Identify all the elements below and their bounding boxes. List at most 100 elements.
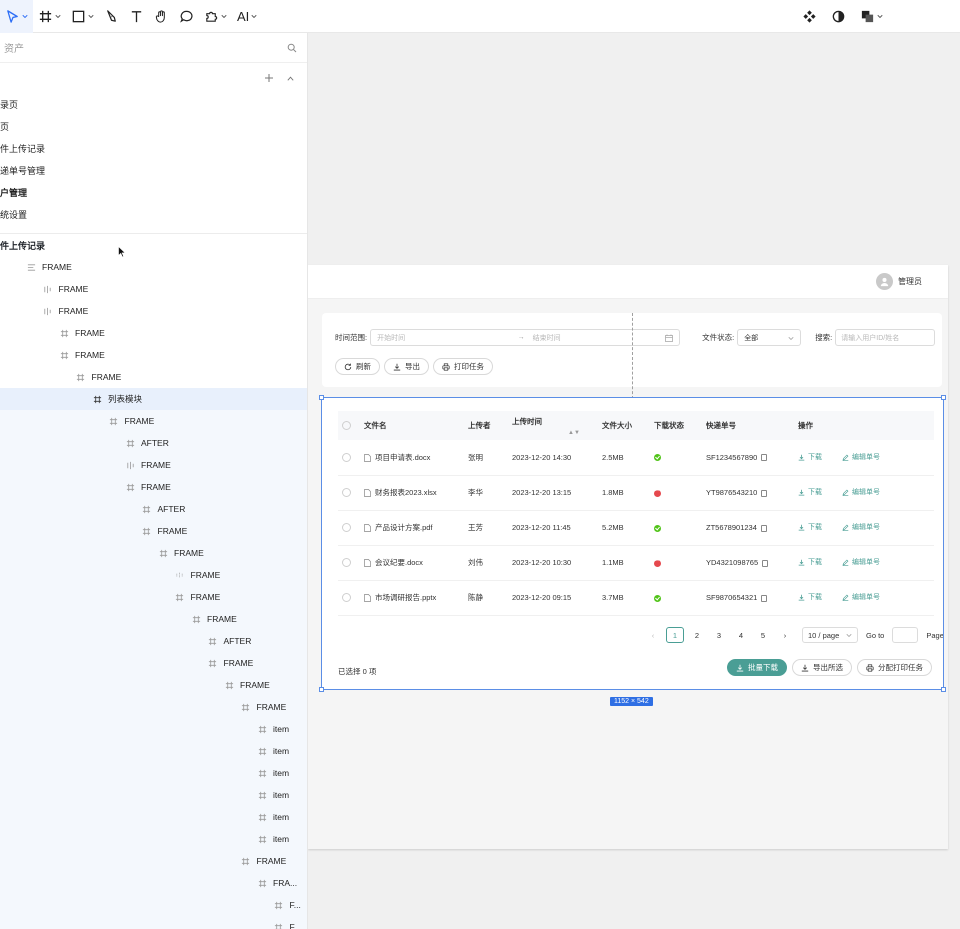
download-action[interactable]: 下载	[798, 557, 822, 567]
layer-row[interactable]: item	[0, 828, 307, 850]
row-checkbox[interactable]	[342, 488, 351, 498]
layer-row[interactable]: FRAME	[0, 454, 307, 476]
chevron-up-icon[interactable]	[286, 74, 295, 83]
page-item[interactable]: 录页	[0, 93, 307, 115]
layer-row[interactable]: FRAME	[0, 322, 307, 344]
copy-icon[interactable]	[760, 524, 767, 532]
layer-row[interactable]: FRA...	[0, 872, 307, 894]
user-search-input[interactable]: 请输入用户ID/姓名	[835, 329, 936, 346]
layer-row[interactable]: FRAME	[0, 476, 307, 498]
layer-row[interactable]: FRAME	[0, 564, 307, 586]
layer-row[interactable]: item	[0, 806, 307, 828]
select-tool-button[interactable]	[0, 0, 33, 33]
goto-page-input[interactable]	[892, 627, 919, 643]
page-item[interactable]: 户管理	[0, 181, 307, 203]
print-task-button[interactable]: 打印任务	[433, 358, 493, 375]
pen-tool-button[interactable]	[99, 0, 124, 33]
layer-row[interactable]: FRAME	[0, 542, 307, 564]
layer-row[interactable]: FRAME	[0, 410, 307, 432]
row-checkbox[interactable]	[342, 523, 351, 533]
layer-row[interactable]: FRAME	[0, 520, 307, 542]
row-checkbox[interactable]	[342, 453, 351, 462]
download-action[interactable]: 下载	[798, 592, 822, 602]
table-row[interactable]: 项目申请表.docx 张明 2023-12-20 14:30 2.5MB SF12345…	[338, 440, 934, 476]
layer-row[interactable]: F...	[0, 894, 307, 916]
layer-row[interactable]: FRAME	[0, 366, 307, 388]
download-action[interactable]: 下载	[798, 487, 822, 497]
search-icon[interactable]	[287, 43, 297, 53]
layer-row[interactable]: AFTER	[0, 630, 307, 652]
refresh-button[interactable]: 刷新	[335, 358, 380, 375]
layer-row[interactable]: FRAME	[0, 652, 307, 674]
layer-row[interactable]: item	[0, 762, 307, 784]
add-page-icon[interactable]	[264, 73, 274, 83]
prev-page-button[interactable]: ‹	[644, 627, 662, 643]
layer-row[interactable]: item	[0, 740, 307, 762]
date-range-picker[interactable]: 开始时间 → 结束时间	[370, 329, 681, 346]
assets-search-row[interactable]: 资产	[0, 33, 307, 63]
layer-row[interactable]: F...	[0, 916, 307, 929]
page-size-select[interactable]: 10 / page	[802, 627, 858, 643]
col-upload-time[interactable]: 上传时间 ▲▼	[508, 411, 598, 440]
table-row[interactable]: 产品设计方案.pdf 王芳 2023-12-20 11:45 5.2MB ZT56789…	[338, 510, 934, 546]
layer-row[interactable]: FRAME	[0, 256, 307, 278]
layer-row[interactable]: FRAME	[0, 278, 307, 300]
layer-row[interactable]: FRAME	[0, 608, 307, 630]
copy-icon[interactable]	[761, 489, 768, 497]
edit-tracking-action[interactable]: 编辑单号	[842, 522, 880, 532]
layer-row[interactable]: FRAME	[0, 674, 307, 696]
page-number-button[interactable]: 3	[710, 627, 728, 643]
hand-tool-button[interactable]	[149, 0, 174, 33]
table-row[interactable]: 财务报表2023.xlsx 李华2023-12-20 13:151.8MB YT98…	[338, 475, 934, 511]
ai-tool-button[interactable]: AI	[232, 0, 262, 33]
layer-row[interactable]: AFTER	[0, 432, 307, 454]
artboard-file-upload-records[interactable]: 管理员 时间范围: 开始时间 → 结束时间 文件状态: 全部 搜索: 请输入用户…	[308, 265, 948, 849]
export-button[interactable]: 导出	[384, 358, 429, 375]
text-tool-button[interactable]	[124, 0, 149, 33]
layer-row[interactable]: FRAME	[0, 300, 307, 322]
page-number-button[interactable]: 2	[688, 627, 706, 643]
theme-toggle-button[interactable]	[826, 0, 851, 33]
plugin-tool-button[interactable]	[199, 0, 232, 33]
layer-row[interactable]: FRAME	[0, 586, 307, 608]
assign-print-button[interactable]: 分配打印任务	[857, 659, 932, 676]
copy-icon[interactable]	[761, 454, 768, 462]
page-item[interactable]: 统设置	[0, 203, 307, 225]
select-all-checkbox[interactable]	[342, 421, 351, 431]
row-checkbox[interactable]	[342, 593, 351, 603]
layer-row[interactable]: FRAME	[0, 344, 307, 366]
page-item[interactable]: 递单号管理	[0, 159, 307, 181]
layer-row[interactable]: 列表模块	[0, 388, 307, 410]
edit-tracking-action[interactable]: 编辑单号	[842, 557, 880, 567]
layers-menu-button[interactable]	[855, 0, 888, 33]
avatar[interactable]	[876, 273, 893, 290]
page-item[interactable]: 页	[0, 115, 307, 137]
page-item[interactable]: 件上传记录	[0, 137, 307, 159]
shape-tool-button[interactable]	[66, 0, 99, 33]
edit-tracking-action[interactable]: 编辑单号	[842, 592, 880, 602]
copy-icon[interactable]	[761, 594, 768, 602]
batch-download-button[interactable]: 批量下载	[727, 659, 787, 676]
component-button[interactable]	[797, 0, 822, 33]
sort-icon[interactable]: ▲▼	[568, 430, 580, 436]
layer-row[interactable]: AFTER	[0, 498, 307, 520]
page-number-button[interactable]: 1	[666, 627, 684, 643]
frame-tool-button[interactable]	[33, 0, 66, 33]
download-action[interactable]: 下载	[798, 452, 822, 462]
layer-row[interactable]: FRAME	[0, 696, 307, 718]
next-page-button[interactable]: ›	[776, 627, 794, 643]
list-module[interactable]: 文件名 上传者 上传时间 ▲▼ 文件大小 下载状态 快递单号 操作 项目申请表.d…	[322, 398, 944, 690]
download-action[interactable]: 下载	[798, 522, 822, 532]
edit-tracking-action[interactable]: 编辑单号	[842, 487, 880, 497]
edit-tracking-action[interactable]: 编辑单号	[842, 452, 880, 462]
design-canvas[interactable]: 管理员 时间范围: 开始时间 → 结束时间 文件状态: 全部 搜索: 请输入用户…	[308, 33, 960, 929]
page-number-button[interactable]: 5	[754, 627, 772, 643]
copy-icon[interactable]	[762, 559, 769, 567]
row-checkbox[interactable]	[342, 558, 351, 568]
table-row[interactable]: 市场调研报告.pptx 陈静 2023-12-20 09:15 3.7MB SF9870…	[338, 580, 934, 616]
file-status-select[interactable]: 全部	[737, 329, 802, 346]
layer-row[interactable]: item	[0, 718, 307, 740]
table-row[interactable]: 会议纪要.docx 刘伟2023-12-20 10:301.1MB YD432109…	[338, 545, 934, 581]
page-number-button[interactable]: 4	[732, 627, 750, 643]
layer-row[interactable]: item	[0, 784, 307, 806]
